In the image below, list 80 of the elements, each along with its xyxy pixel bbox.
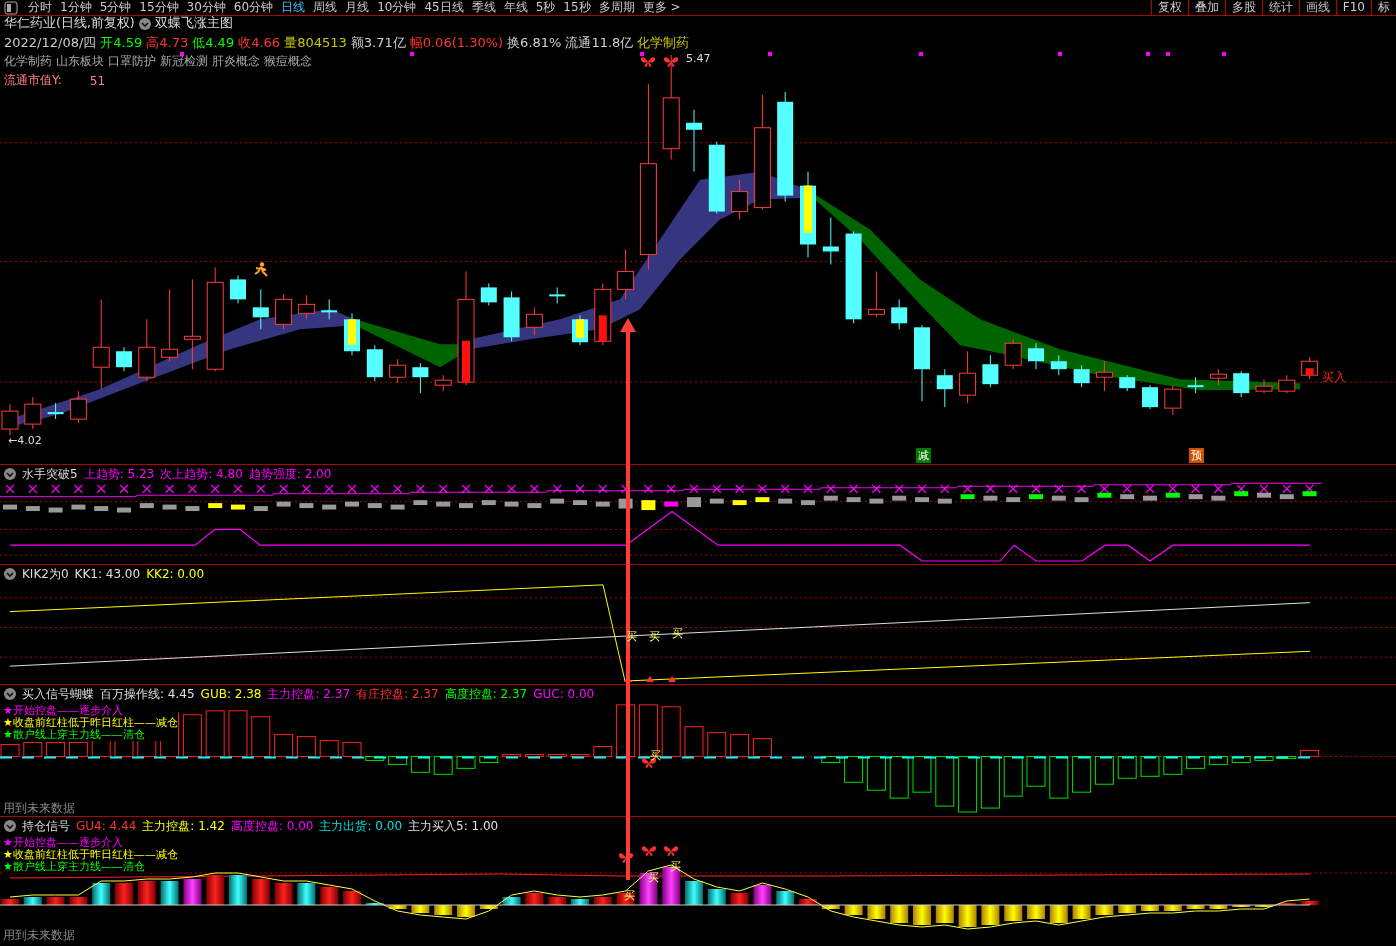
period-tab[interactable]: 60分钟 (229, 0, 278, 15)
indicator-value: 百万操作线: 4.45 (100, 685, 195, 703)
more-button[interactable]: 更多 > (638, 0, 685, 15)
indicator-value: GUB: 2.38 (200, 687, 262, 701)
period-tab[interactable]: 季线 (467, 0, 500, 15)
period-tab[interactable]: 日线 (277, 0, 310, 15)
indicator-value: KK2: 0.00 (146, 567, 205, 581)
indicator-value: 有庄控盘: 2.37 (356, 685, 439, 703)
indicator-title: KIK2为0 (22, 565, 69, 583)
period-tab[interactable]: 年线 (499, 0, 532, 15)
concept-tag[interactable]: 肝炎概念 (212, 53, 260, 70)
toolbar-button[interactable]: 画线 (1298, 0, 1336, 15)
buy-label: 买入 (1322, 369, 1346, 386)
indicator-title: 持仓信号 (22, 817, 70, 835)
signal-badge: 减 (916, 448, 931, 463)
period-tab[interactable]: 45日线 (420, 0, 468, 15)
indicator-title: 水手突破5 (22, 465, 78, 483)
market-cap-value: 51 (89, 73, 106, 88)
period-tab[interactable]: 30分钟 (182, 0, 230, 15)
quote-value: 量804513 (284, 33, 347, 52)
period-tab[interactable]: 月线 (341, 0, 374, 15)
concept-tag[interactable]: 口罩防护 (108, 53, 156, 70)
concept-tag[interactable]: 新冠检测 (160, 53, 208, 70)
legend-text: ★开始控盘——逐步介入 (3, 837, 124, 849)
quote-value: 高4.73 (146, 33, 189, 52)
toolbar-button[interactable]: 统计 (1261, 0, 1299, 15)
legend-text: ★收盘前红柱低于昨日红柱——减仓 (3, 849, 178, 861)
legend-text: ★收盘前红柱低于昨日红柱——减仓 (3, 717, 178, 729)
period-tab[interactable]: 5秒 (531, 0, 560, 15)
period-tab[interactable]: 周线 (309, 0, 342, 15)
indicator-value: 高度控盘: 2.37 (444, 685, 528, 703)
indicator-value: 高度控盘: 0.00 (230, 817, 314, 835)
indicator-title: 买入信号蝴蝶 (22, 685, 94, 703)
quote-value: 开4.59 (100, 33, 143, 52)
indicator-value: 次上趋势: 4.80 (160, 465, 243, 483)
quote-value: 流通11.8亿 (565, 33, 634, 52)
indicator-value: 上趋势: 5.23 (83, 465, 155, 483)
indicator-value: GU4: 4.44 (76, 819, 137, 833)
price-label: ←4.02 (8, 434, 42, 447)
indicator-value: GUC: 0.00 (533, 687, 595, 701)
indicator-value: 趋势强度: 2.00 (248, 465, 332, 483)
indicator-value: 主力出货: 0.00 (319, 817, 403, 835)
indicator-value: KK1: 43.00 (74, 567, 141, 581)
toolbar-button[interactable]: 复权 (1150, 0, 1188, 15)
concept-tag[interactable]: 山东板块 (56, 53, 104, 70)
indicator-value: 主力控盘: 2.37 (267, 685, 351, 703)
signal-badge: 预 (1189, 448, 1204, 463)
footnote-text: 用到未来数据 (3, 800, 75, 817)
concept-tag[interactable]: 猴痘概念 (264, 53, 312, 70)
toolbar-button[interactable]: 多股 (1224, 0, 1262, 15)
period-tab[interactable]: 1分钟 (56, 0, 96, 15)
legend-text: ★开始控盘——逐步介入 (3, 705, 124, 717)
legend-text: ★散户线上穿主力线——清仓 (3, 729, 146, 741)
indicator-value: 主力买入5: 1.00 (408, 817, 499, 835)
toolbar-button[interactable]: F10 (1335, 0, 1371, 15)
market-cap-label: 流通市值Y: (4, 72, 62, 89)
indicator-value: 主力控盘: 1.42 (142, 817, 225, 835)
period-tab[interactable]: 5分钟 (95, 0, 136, 15)
toolbar-button[interactable]: 叠加 (1187, 0, 1225, 15)
stock-title: 华仁药业(日线,前复权) (4, 15, 135, 32)
quote-value: 额3.71亿 (350, 33, 406, 52)
quote-value: 低4.49 (192, 33, 235, 52)
footnote-text: 用到未来数据 (3, 927, 75, 944)
buy-marker: 买 (624, 888, 635, 903)
period-tab[interactable]: 分时 (24, 0, 56, 15)
period-tab[interactable]: 15分钟 (135, 0, 183, 15)
indicator-title: 双蝶飞涨主图 (154, 15, 233, 32)
period-tab[interactable]: 10分钟 (373, 0, 421, 15)
buy-marker: 买 (670, 859, 681, 874)
period-tab[interactable]: 多周期 (594, 0, 639, 15)
date-label: 2022/12/08/四 (4, 33, 97, 52)
quote-value: 换6.81% (507, 33, 562, 52)
quote-value: 收4.66 (238, 33, 281, 52)
legend-text: ★散户线上穿主力线——清仓 (3, 861, 146, 873)
quote-value: 化学制药 (637, 33, 690, 52)
toolbar-button[interactable]: 标 (1371, 0, 1396, 15)
period-tab[interactable]: 15秒 (559, 0, 595, 15)
price-label: 5.47 (686, 52, 711, 65)
concept-tag[interactable]: 化学制药 (4, 53, 52, 70)
quote-value: 幅0.06(1.30%) (409, 33, 504, 52)
